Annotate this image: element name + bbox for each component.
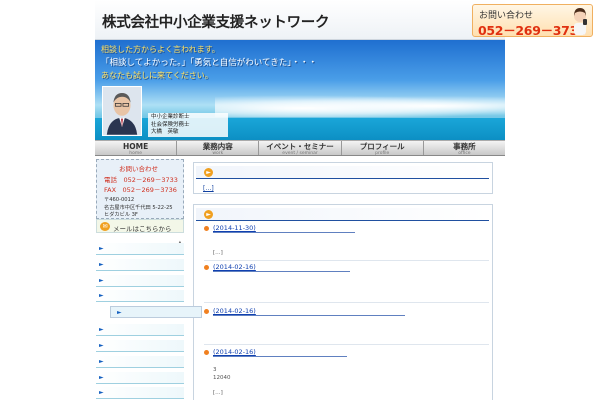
sidebar-menu-item[interactable]: ► xyxy=(96,372,184,384)
news-entry-date[interactable]: (2014-02-16) xyxy=(213,263,256,271)
operator-avatar-icon xyxy=(574,8,587,35)
nav-label: HOME xyxy=(122,142,149,151)
caption-line-2: 社会保険労務士 xyxy=(151,121,190,128)
sidebar-menu-item[interactable]: ► xyxy=(96,259,184,271)
mail-button-label: メールはこちらから xyxy=(113,225,172,233)
news-entry-date[interactable]: (2014-02-16) xyxy=(213,307,256,315)
consultant-portrait-icon xyxy=(102,86,142,136)
sidebar-menu-item[interactable]: ► xyxy=(96,387,184,399)
sidebar-contact-box: お問い合わせ 電話 052－269－3733 FAX 052－269－3736 … xyxy=(96,159,184,219)
content-box-news: ► (2014-11-30) […] (2014-02-16) (2014-02… xyxy=(193,204,493,400)
news-entry-date[interactable]: (2014-11-30) xyxy=(213,224,256,232)
sidebar-menu-item[interactable]: ► xyxy=(96,324,184,336)
page-left-margin xyxy=(0,0,95,400)
site-title[interactable]: 株式会社中小企業支援ネットワーク xyxy=(102,11,330,32)
consultant-caption: 中小企業診断士 社会保険労務士 大橋 英敏 xyxy=(148,113,228,137)
sidebar-tel[interactable]: 電話 052－269－3733 xyxy=(104,174,178,184)
entry-excerpt[interactable]: […] xyxy=(213,250,223,256)
bullet-icon xyxy=(204,350,209,355)
nav-home[interactable]: HOME home xyxy=(95,141,178,156)
caption-line-3: 大橋 英敏 xyxy=(151,129,179,135)
sidebar-menu-item[interactable]: ► xyxy=(96,340,184,352)
arrow-circle-icon: ► xyxy=(204,210,213,219)
site-header: 株式会社中小企業支援ネットワーク お問い合わせ 052－269－3733 xyxy=(95,0,593,40)
mail-icon: ✉ xyxy=(100,222,110,231)
sidebar-menu-item[interactable]: ► xyxy=(96,356,184,368)
banner-line-1: 相談した方からよく言われます。 xyxy=(101,45,220,54)
nav-profile[interactable]: プロフィール profile xyxy=(342,141,424,156)
nav-label: イベント・セミナー xyxy=(266,142,334,151)
arrow-right-icon: ► xyxy=(99,389,104,396)
content-box-top: ► […] xyxy=(193,162,493,194)
bullet-icon xyxy=(204,265,209,270)
cloud-graphic xyxy=(215,95,505,117)
sidebar-fax: FAX 052－269－3736 xyxy=(104,186,177,194)
bullet-icon xyxy=(204,309,209,314)
entry-underline xyxy=(213,315,405,316)
read-more-link[interactable]: […] xyxy=(203,185,214,192)
news-entry-date[interactable]: (2014-02-16) xyxy=(213,348,256,356)
header-contact-banner[interactable]: お問い合わせ 052－269－3733 xyxy=(472,4,593,38)
arrow-right-icon: ► xyxy=(99,261,104,268)
sidebar-zip: 〒460-0012 xyxy=(104,197,135,203)
nav-work[interactable]: 業務内容 work xyxy=(177,141,260,156)
main-content: ► […] ► (2014-11-30) […] (2014-02-16) (2… xyxy=(193,156,493,400)
sidebar-address-2: ヒダカビル 3F xyxy=(104,212,138,218)
bullet-icon xyxy=(204,226,209,231)
divider xyxy=(204,260,489,261)
arrow-right-icon: ► xyxy=(99,326,104,333)
divider xyxy=(204,302,489,303)
mail-button[interactable]: ✉ メールはこちらから xyxy=(96,219,184,233)
nav-event-seminar[interactable]: イベント・セミナー event / seminar xyxy=(259,141,342,156)
sidebar-menu-item[interactable]: ► xyxy=(96,290,184,302)
arrow-right-icon: ► xyxy=(99,358,104,365)
divider xyxy=(204,344,489,345)
caption-line-1: 中小企業診断士 xyxy=(151,114,190,120)
page-right-margin xyxy=(505,0,600,400)
sidebar: お問い合わせ 電話 052－269－3733 FAX 052－269－3736 … xyxy=(95,156,202,400)
arrow-right-icon: ► xyxy=(99,342,104,349)
sidebar-contact-title: お問い合わせ xyxy=(119,165,158,173)
arrow-right-icon: ► xyxy=(99,374,104,381)
entry-excerpt: 3 xyxy=(213,367,217,373)
nav-label: 業務内容 xyxy=(202,142,233,151)
arrow-circle-icon: ► xyxy=(204,168,213,177)
hero-banner: 相談した方からよく言われます。 「相談してよかった。」「勇気と自信がわいてきた」… xyxy=(95,40,505,140)
arrow-right-icon: ► xyxy=(99,292,104,299)
banner-line-3: あなたも試しに来てください。 xyxy=(101,71,213,80)
entry-underline xyxy=(213,356,347,357)
nav-label: プロフィール xyxy=(359,142,405,151)
arrow-right-icon: ► xyxy=(117,309,122,316)
box-header: ► xyxy=(196,166,489,179)
main-nav: HOME home 業務内容 work イベント・セミナー event / se… xyxy=(95,140,505,156)
banner-line-2: 「相談してよかった。」「勇気と自信がわいてきた」・・・ xyxy=(101,58,317,68)
entry-underline xyxy=(213,271,350,272)
arrow-right-icon: ► xyxy=(99,277,104,284)
sidebar-menu-item[interactable]: ► xyxy=(96,275,184,287)
entry-underline xyxy=(213,232,355,233)
sidebar-menu-item[interactable]: ► xyxy=(96,243,184,255)
sidebar-address-1: 名古屋市中区千代田 5-22-25 xyxy=(104,205,173,211)
read-more-link[interactable]: […] xyxy=(213,390,223,396)
arrow-right-icon: ► xyxy=(99,245,104,252)
sidebar-menu-item-active[interactable]: ► xyxy=(110,306,202,318)
entry-extra: 12040 xyxy=(213,375,231,381)
nav-office[interactable]: 事務所 office xyxy=(424,141,505,156)
box-header: ► xyxy=(196,208,489,221)
nav-label: 事務所 xyxy=(453,142,476,151)
